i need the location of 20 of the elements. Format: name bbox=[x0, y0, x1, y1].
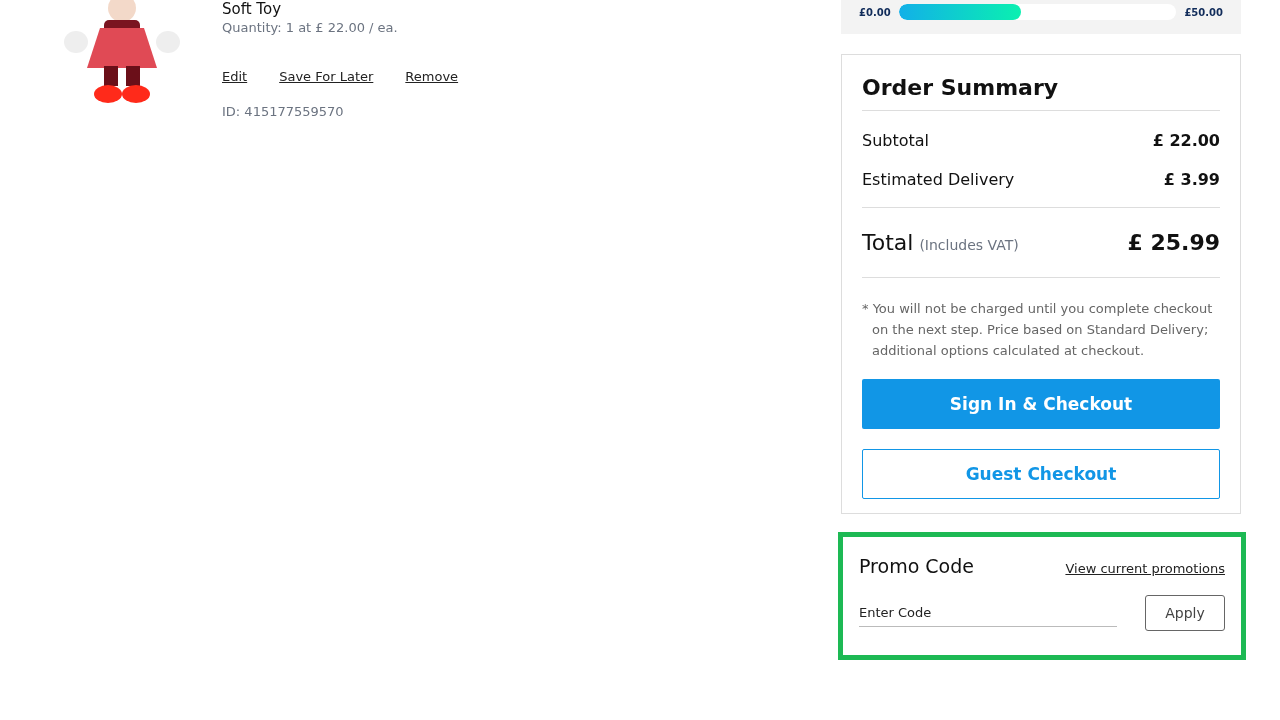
item-action-link[interactable]: Edit bbox=[222, 69, 248, 84]
view-promotions-link[interactable]: View current promotions bbox=[1065, 561, 1225, 576]
apply-button[interactable]: Apply bbox=[1145, 595, 1225, 631]
item-action-link[interactable]: Save For Later bbox=[279, 69, 374, 84]
order-summary-title: Order Summary bbox=[862, 75, 1220, 111]
product-title: Soft Toy bbox=[222, 0, 283, 18]
summary-value: £ 3.99 bbox=[1163, 170, 1220, 189]
item-action-link[interactable]: Remove bbox=[405, 69, 459, 84]
vat-note: (Includes VAT) bbox=[919, 237, 1019, 253]
summary-value: £ 22.00 bbox=[1152, 131, 1220, 150]
summary-label: Estimated Delivery bbox=[862, 170, 1015, 189]
product-id: ID: 415177559570 bbox=[222, 104, 345, 119]
summary-label: Subtotal bbox=[862, 131, 930, 150]
progress-start-label: £0.00 bbox=[859, 6, 891, 18]
promo-code-title: Promo Code bbox=[859, 555, 974, 577]
progress-end-label: £50.00 bbox=[1184, 6, 1223, 18]
checkout-disclaimer: * You will not be charged until you complete checkout on the next step. Price based on Standard Delivery; additional options calculated at checkout. bbox=[862, 300, 1214, 360]
quantity-text: Quantity: 1 at £ 22.00 / ea. bbox=[222, 20, 399, 35]
total-value: £ 25.99 bbox=[1127, 230, 1220, 255]
total-label: Total bbox=[862, 230, 914, 255]
